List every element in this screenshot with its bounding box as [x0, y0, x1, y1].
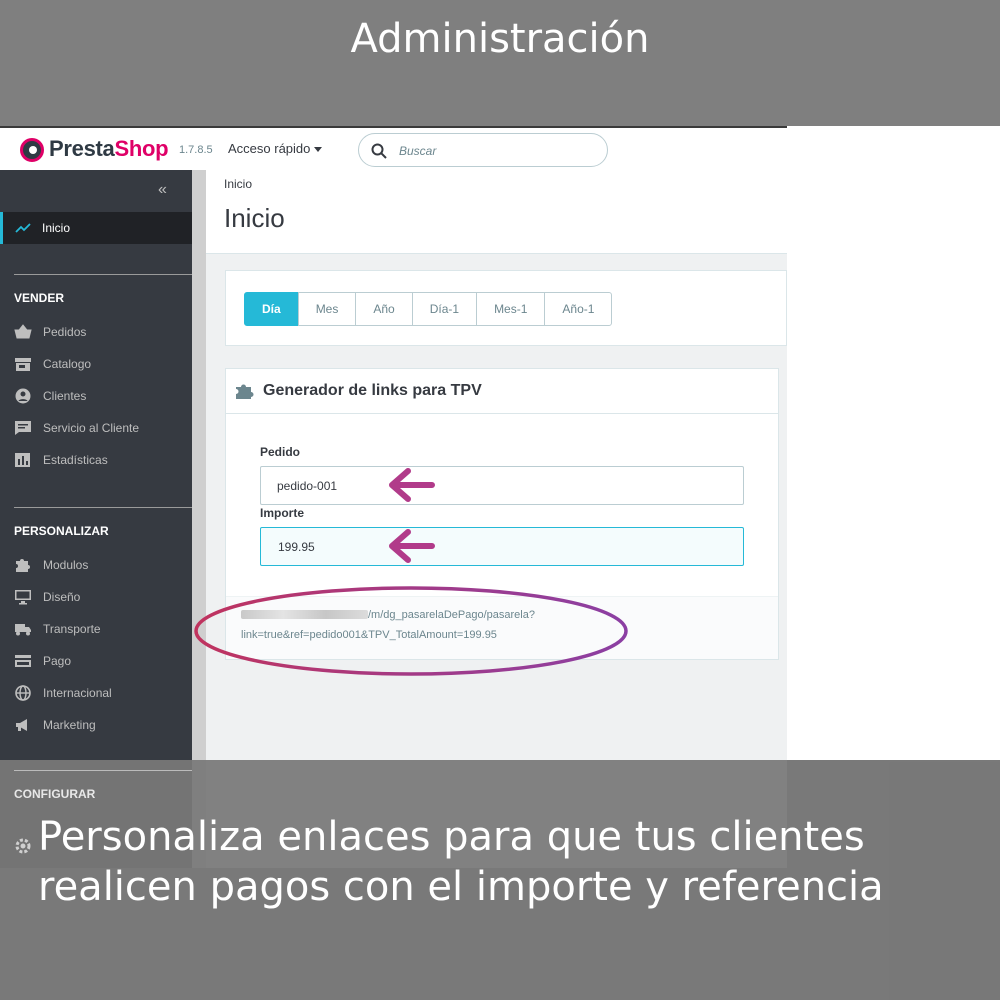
arrow-left-icon [389, 468, 435, 502]
arrow-left-icon [389, 529, 435, 563]
globe-icon [15, 685, 31, 701]
bar-chart-icon [15, 453, 30, 467]
sidebar-item-catalogo[interactable]: Catalogo [14, 354, 192, 374]
period-month-button[interactable]: Mes [297, 292, 357, 326]
sidebar-item-label: Clientes [43, 389, 87, 403]
sidebar-item-label: Pedidos [43, 325, 87, 339]
page-title: Inicio [224, 203, 285, 233]
prestashop-logo[interactable]: PrestaShop [49, 136, 169, 162]
sidebar-item-marketing[interactable]: Marketing [14, 715, 192, 735]
period-year-button[interactable]: Año [355, 292, 413, 326]
sidebar-item-transporte[interactable]: Transporte [14, 619, 192, 639]
credit-card-icon [15, 655, 31, 667]
sidebar-item-inicio[interactable]: Inicio [0, 212, 192, 244]
background-panel [787, 126, 1000, 760]
sidebar-item-label: Modulos [43, 558, 89, 572]
truck-icon [15, 624, 31, 636]
period-prev-month-button[interactable]: Mes-1 [476, 292, 546, 326]
store-icon [15, 358, 31, 371]
section-personalizar: PERSONALIZAR [14, 524, 109, 538]
sidebar-item-pedidos[interactable]: Pedidos [14, 322, 192, 342]
puzzle-icon [16, 559, 30, 572]
version-label: 1.7.8.5 [179, 144, 213, 156]
basket-icon [14, 324, 32, 339]
divider [14, 507, 192, 508]
card-title: Generador de links para TPV [263, 382, 482, 399]
chat-icon [15, 421, 31, 435]
collapse-sidebar-icon[interactable]: « [158, 181, 167, 199]
amount-field[interactable]: 199.95 [260, 527, 744, 566]
order-label: Pedido [260, 445, 301, 459]
section-configurar: CONFIGURAR [14, 787, 96, 801]
chevron-down-icon [314, 147, 323, 153]
section-vender: VENDER [14, 291, 65, 305]
sidebar-item-label: Internacional [43, 686, 112, 700]
search-icon [371, 143, 387, 159]
top-header: PrestaShop 1.7.8.5 Acceso rápido Buscar [0, 128, 787, 170]
sidebar-item-label: Transporte [43, 622, 101, 636]
sidebar-item-label: Catalogo [43, 357, 92, 371]
divider [14, 770, 192, 771]
period-prev-year-button[interactable]: Año-1 [544, 292, 613, 326]
amount-label: Importe [260, 506, 305, 520]
page-header [206, 170, 787, 254]
sidebar-item-clientes[interactable]: Clientes [14, 386, 192, 406]
search-input[interactable]: Buscar [358, 133, 608, 167]
logo-prefix: Presta [49, 136, 115, 161]
banner-title: Administración [350, 16, 650, 62]
gear-icon [15, 838, 31, 854]
puzzle-icon [236, 384, 254, 399]
card-header: Generador de links para TPV [226, 369, 778, 414]
caption-text: Personaliza enlaces para que tus cliente… [38, 814, 884, 910]
account-circle-icon [15, 388, 31, 404]
sidebar-item-modulos[interactable]: Modulos [14, 555, 192, 575]
period-selector-card: Día Mes Año Día-1 Mes-1 Año-1 [225, 270, 787, 346]
sidebar-item-servicio-cliente[interactable]: Servicio al Cliente [14, 418, 192, 438]
prestashop-logo-icon[interactable] [20, 138, 44, 162]
sidebar-item-label: Pago [43, 654, 72, 668]
period-day-button[interactable]: Día [244, 292, 299, 326]
order-field[interactable]: pedido-001 [260, 466, 744, 505]
sidebar-item-estadisticas[interactable]: Estadísticas [14, 450, 192, 470]
desktop-icon [15, 590, 31, 605]
search-placeholder: Buscar [399, 144, 437, 158]
logo-suffix: Shop [114, 136, 169, 161]
period-prev-day-button[interactable]: Día-1 [411, 292, 478, 326]
sidebar-item-label: Servicio al Cliente [43, 421, 140, 435]
sidebar-item-pago[interactable]: Pago [14, 651, 192, 671]
caption-overlay: CONFIGURAR Personaliza enlaces para que … [0, 760, 1000, 1000]
sidebar-item-label: Marketing [43, 718, 96, 732]
breadcrumb[interactable]: Inicio [224, 177, 252, 191]
divider [14, 274, 192, 275]
sidebar-item-label: Inicio [42, 221, 71, 235]
sidebar-item-internacional[interactable]: Internacional [14, 683, 192, 703]
sidebar-item-diseno[interactable]: Diseño [14, 587, 192, 607]
trending-up-icon [15, 223, 31, 233]
highlight-ellipse [194, 586, 628, 676]
quick-access-label: Acceso rápido [228, 141, 311, 156]
screenshot-frame: PrestaShop 1.7.8.5 Acceso rápido Buscar … [0, 126, 787, 868]
quick-access-dropdown[interactable]: Acceso rápido [228, 141, 323, 156]
sidebar-item-label: Diseño [43, 590, 81, 604]
period-button-group: Día Mes Año Día-1 Mes-1 Año-1 [244, 292, 613, 326]
megaphone-icon [16, 719, 27, 731]
sidebar-item-label: Estadísticas [43, 453, 108, 467]
